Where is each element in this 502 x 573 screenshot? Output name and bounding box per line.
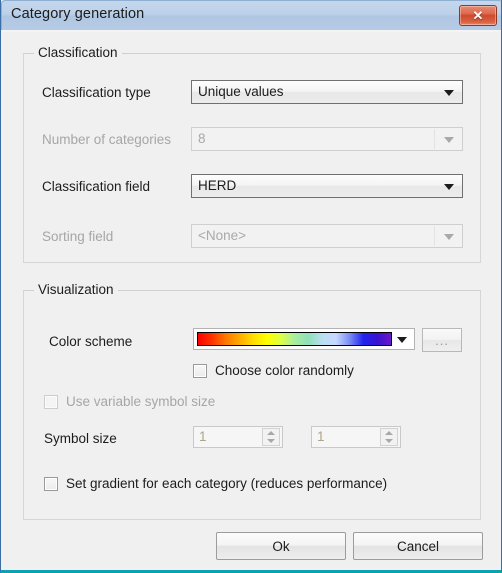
color-scheme-more-button[interactable]: ... [422,328,462,352]
caret-up-icon [267,431,275,435]
sorting-field-label: Sorting field [42,229,114,244]
classification-field-label: Classification field [42,179,151,194]
chevron-down-icon [444,137,454,143]
title-bar-divider [2,30,501,32]
sorting-field-combo[interactable]: <None> [191,224,463,248]
chevron-down-icon [444,184,454,190]
symbol-size-max-value: 1 [317,429,325,444]
choose-color-randomly-label: Choose color randomly [215,363,354,378]
classification-type-value: Unique values [198,84,284,99]
symbol-size-min-value: 1 [199,429,207,444]
number-of-categories-label: Number of categories [42,132,172,147]
combo-separator [434,129,435,149]
color-scheme-swatch [197,332,392,346]
ok-button[interactable]: Ok [216,532,346,560]
spin-down-button[interactable] [263,437,279,445]
number-of-categories-value: 8 [198,131,206,146]
title-bar: Category generation ✕ [1,0,501,30]
symbol-size-min-stepper[interactable]: 1 [193,426,283,448]
set-gradient-checkbox[interactable] [44,476,58,491]
visualization-group-title: Visualization [34,282,118,297]
classification-type-label: Classification type [42,85,151,100]
chevron-down-icon [397,337,407,343]
window-title: Category generation [11,6,145,22]
cancel-button[interactable]: Cancel [353,532,483,560]
use-variable-symbol-size-checkbox[interactable] [44,394,58,409]
close-icon: ✕ [472,7,484,23]
symbol-size-max-stepper[interactable]: 1 [311,426,401,448]
chevron-down-icon [444,90,454,96]
classification-group-title: Classification [34,45,122,60]
number-of-categories-combo[interactable]: 8 [191,127,463,151]
classification-field-combo[interactable]: HERD [191,174,463,198]
choose-color-randomly-row[interactable]: Choose color randomly [193,363,354,378]
choose-color-randomly-checkbox[interactable] [193,363,207,378]
symbol-size-label: Symbol size [44,431,117,446]
use-variable-symbol-size-row[interactable]: Use variable symbol size [44,394,215,409]
symbol-size-min-spin-buttons[interactable] [262,428,280,446]
color-scheme-label: Color scheme [49,334,133,349]
caret-down-icon [267,439,275,443]
classification-type-combo[interactable]: Unique values [191,80,463,104]
category-generation-dialog: Category generation ✕ Classification Cla… [0,0,502,573]
classification-field-value: HERD [198,178,237,193]
close-button[interactable]: ✕ [459,5,497,26]
set-gradient-label: Set gradient for each category (reduces … [66,476,388,491]
caret-up-icon [385,431,393,435]
caret-down-icon [385,439,393,443]
sorting-field-value: <None> [198,228,247,243]
spin-up-button[interactable] [381,429,397,437]
spin-up-button[interactable] [263,429,279,437]
color-scheme-combo[interactable] [193,328,415,350]
combo-separator [434,226,435,246]
symbol-size-max-spin-buttons[interactable] [380,428,398,446]
chevron-down-icon [444,234,454,240]
set-gradient-row[interactable]: Set gradient for each category (reduces … [44,476,387,491]
use-variable-symbol-size-label: Use variable symbol size [66,394,216,409]
spin-down-button[interactable] [381,437,397,445]
